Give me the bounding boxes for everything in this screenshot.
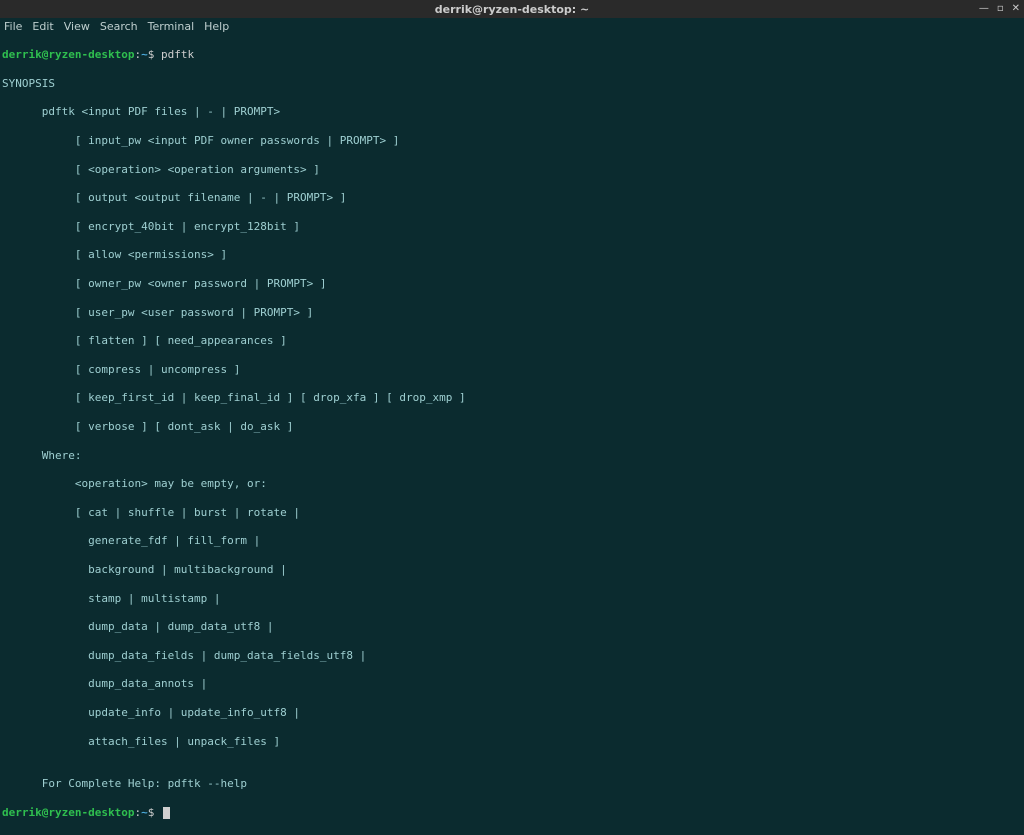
output-line: [ <operation> <operation arguments> ] <box>2 163 1022 177</box>
output-line: [ compress | uncompress ] <box>2 363 1022 377</box>
menu-help[interactable]: Help <box>204 20 229 33</box>
output-line: For Complete Help: pdftk --help <box>2 777 1022 791</box>
output-line: dump_data_annots | <box>2 677 1022 691</box>
menu-edit[interactable]: Edit <box>32 20 53 33</box>
prompt-line-2: derrik@ryzen-desktop:~$ <box>2 806 1022 820</box>
prompt-dollar: $ <box>148 806 155 819</box>
output-line: dump_data_fields | dump_data_fields_utf8… <box>2 649 1022 663</box>
maximize-button[interactable]: ▫ <box>997 4 1004 14</box>
prompt-user: derrik@ryzen-desktop <box>2 806 134 819</box>
output-line: generate_fdf | fill_form | <box>2 534 1022 548</box>
minimize-button[interactable]: — <box>979 4 989 14</box>
output-line: [ input_pw <input PDF owner passwords | … <box>2 134 1022 148</box>
output-line: attach_files | unpack_files ] <box>2 735 1022 749</box>
output-line: update_info | update_info_utf8 | <box>2 706 1022 720</box>
menu-file[interactable]: File <box>4 20 22 33</box>
prompt-line-1: derrik@ryzen-desktop:~$ pdftk <box>2 48 1022 62</box>
window-controls: — ▫ ✕ <box>979 0 1020 18</box>
terminal-area[interactable]: derrik@ryzen-desktop:~$ pdftk SYNOPSIS p… <box>0 34 1024 835</box>
output-line: [ flatten ] [ need_appearances ] <box>2 334 1022 348</box>
output-line: [ cat | shuffle | burst | rotate | <box>2 506 1022 520</box>
output-line: [ encrypt_40bit | encrypt_128bit ] <box>2 220 1022 234</box>
output-line: <operation> may be empty, or: <box>2 477 1022 491</box>
menu-view[interactable]: View <box>64 20 90 33</box>
prompt-dollar: $ <box>148 48 155 61</box>
titlebar: derrik@ryzen-desktop: ~ — ▫ ✕ <box>0 0 1024 18</box>
cursor[interactable] <box>163 807 170 819</box>
window-title: derrik@ryzen-desktop: ~ <box>435 3 589 16</box>
command-text: pdftk <box>161 48 194 61</box>
output-line: [ allow <permissions> ] <box>2 248 1022 262</box>
output-line: pdftk <input PDF files | - | PROMPT> <box>2 105 1022 119</box>
output-line: [ user_pw <user password | PROMPT> ] <box>2 306 1022 320</box>
menu-search[interactable]: Search <box>100 20 138 33</box>
prompt-path: ~ <box>141 806 148 819</box>
output-line: Where: <box>2 449 1022 463</box>
output-line: [ owner_pw <owner password | PROMPT> ] <box>2 277 1022 291</box>
menubar: File Edit View Search Terminal Help <box>0 18 1024 34</box>
menu-terminal[interactable]: Terminal <box>148 20 195 33</box>
output-line: stamp | multistamp | <box>2 592 1022 606</box>
prompt-path: ~ <box>141 48 148 61</box>
output-line: SYNOPSIS <box>2 77 1022 91</box>
output-line: [ keep_first_id | keep_final_id ] [ drop… <box>2 391 1022 405</box>
close-button[interactable]: ✕ <box>1012 4 1020 14</box>
output-line: [ verbose ] [ dont_ask | do_ask ] <box>2 420 1022 434</box>
output-line: dump_data | dump_data_utf8 | <box>2 620 1022 634</box>
output-line: [ output <output filename | - | PROMPT> … <box>2 191 1022 205</box>
prompt-user: derrik@ryzen-desktop <box>2 48 134 61</box>
output-line: background | multibackground | <box>2 563 1022 577</box>
prompt-colon: : <box>134 806 141 819</box>
